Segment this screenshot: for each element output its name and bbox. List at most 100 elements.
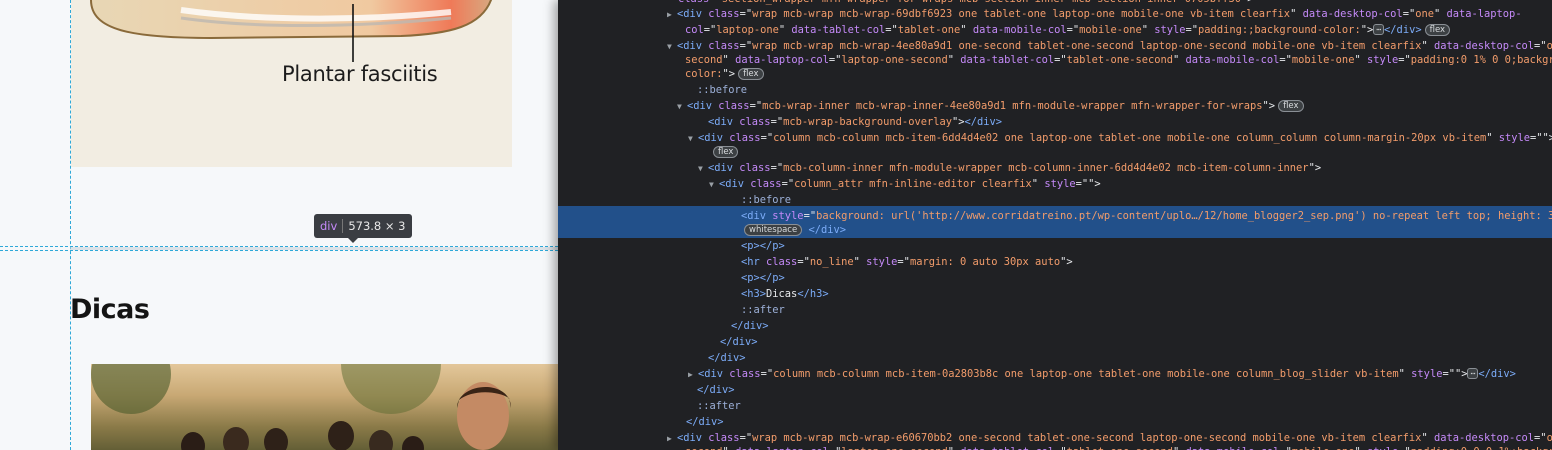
- code-token: ::before: [697, 84, 748, 96]
- node-line[interactable]: ▶ <div class="wrap mcb-wrap mcb-wrap-69db…: [558, 6, 1552, 22]
- code-token: data-desktop-col: [1433, 40, 1535, 52]
- code-token: =": [709, 0, 722, 5]
- code-token: ="">: [1442, 368, 1468, 380]
- code-token: =": [828, 54, 842, 66]
- collapsed-children-icon[interactable]: ⋯: [1373, 24, 1385, 35]
- code-token: data-desktop-col: [1433, 432, 1535, 444]
- node-line[interactable]: </div>: [558, 334, 1552, 350]
- code-token: mobile-one: [1292, 446, 1355, 450]
- whitespace-badge[interactable]: whitespace: [744, 224, 803, 236]
- code-token: <div: [708, 116, 740, 128]
- code-token: one-: [1546, 40, 1552, 52]
- devtools-elements-panel[interactable]: class="section_wrapper mfn-wrapper-for-w…: [558, 0, 1552, 450]
- code-token: =": [897, 256, 910, 268]
- flex-badge[interactable]: flex: [738, 68, 764, 80]
- code-token: ": [723, 446, 736, 450]
- code-token: padding:;background-color:: [1198, 24, 1361, 36]
- code-token: ">: [951, 116, 965, 128]
- node-line[interactable]: color:"> flex: [558, 66, 1552, 82]
- code-token: style: [1411, 368, 1443, 380]
- tooltip-divider: [342, 219, 344, 233]
- node-line[interactable]: col="laptop-one" data-tablet-col="tablet…: [558, 22, 1552, 38]
- tooltip-size: 573.8 × 3: [348, 219, 406, 233]
- node-line[interactable]: ::after: [558, 398, 1552, 414]
- expand-triangle-icon[interactable]: ▼: [709, 177, 719, 193]
- code-token: =": [739, 8, 753, 20]
- code-token: data-tablet-col: [960, 446, 1054, 450]
- expand-triangle-icon[interactable]: ▼: [677, 99, 687, 115]
- code-token: ">: [722, 68, 736, 80]
- node-line[interactable]: flex: [558, 144, 1552, 160]
- code-token: laptop-one-second: [841, 54, 948, 66]
- code-token: </div>: [802, 224, 846, 236]
- node-line[interactable]: ▼ <div class="mcb-wrap-inner mcb-wrap-inn…: [558, 98, 1552, 114]
- code-token: col: [685, 24, 704, 36]
- code-token: laptop-one: [716, 24, 779, 36]
- code-token: <p>: [741, 272, 760, 284]
- collapse-triangle-icon[interactable]: ▶: [667, 7, 677, 23]
- code-token: =": [739, 40, 753, 52]
- node-line[interactable]: whitespace </div>: [558, 222, 1552, 238]
- node-line[interactable]: </div>: [558, 318, 1552, 334]
- code-token: column_attr mfn-inline-editor clearfix: [794, 178, 1032, 190]
- code-token: ": [1031, 178, 1045, 190]
- code-token: style: [1366, 54, 1399, 66]
- node-line[interactable]: ▼ <div class="mcb-column-inner mfn-module…: [558, 160, 1552, 176]
- code-token: </h3>: [797, 288, 829, 300]
- code-token: one-: [1546, 432, 1552, 444]
- runners-photo[interactable]: [91, 364, 558, 450]
- code-token: ": [948, 446, 961, 450]
- code-token: ">: [1241, 0, 1254, 5]
- node-line[interactable]: <div class="mcb-wrap-background-overlay"…: [558, 114, 1552, 130]
- flex-badge[interactable]: flex: [1424, 24, 1451, 36]
- code-token: </div>: [686, 416, 724, 428]
- code-token: ": [1354, 54, 1367, 66]
- node-line[interactable]: </div>: [558, 382, 1552, 398]
- code-token: <div: [698, 368, 730, 380]
- element-size-tooltip: div 573.8 × 3: [314, 214, 412, 243]
- node-line[interactable]: ::before: [558, 82, 1552, 98]
- code-token: =": [781, 178, 795, 190]
- code-token: ">: [1060, 256, 1073, 268]
- code-token: =": [760, 368, 774, 380]
- collapse-triangle-icon[interactable]: ▶: [688, 367, 698, 383]
- code-token: =": [1054, 446, 1067, 450]
- flex-badge[interactable]: flex: [1278, 100, 1304, 112]
- code-token: data-laptop-: [1446, 8, 1522, 20]
- node-line[interactable]: <hr class="no_line" style="margin: 0 aut…: [558, 254, 1552, 270]
- code-token: class: [739, 162, 771, 174]
- code-token: ::after: [697, 400, 741, 412]
- node-line[interactable]: ::before: [558, 192, 1552, 208]
- node-line[interactable]: ▼ <div class="column_attr mfn-inline-edit…: [558, 176, 1552, 192]
- illustration-caption: Plantar fasciitis: [282, 62, 438, 86]
- node-line[interactable]: </div>: [558, 350, 1552, 366]
- code-token: <div: [687, 100, 719, 112]
- code-token: =": [1534, 40, 1547, 52]
- code-token: </div>: [1384, 24, 1422, 36]
- code-token: tablet-one: [897, 24, 961, 36]
- code-token: column mcb-column mcb-item-0a2803b8c one…: [773, 368, 1399, 380]
- node-line[interactable]: <p></p>: [558, 270, 1552, 286]
- code-token: ": [853, 256, 867, 268]
- node-line[interactable]: <h3>Dicas</h3>: [558, 286, 1552, 302]
- node-line[interactable]: ▶ <div class="column mcb-column mcb-item-…: [558, 366, 1552, 382]
- code-token: data-mobile-col: [1186, 446, 1280, 450]
- node-line[interactable]: second" data-laptop-col="laptop-one-seco…: [558, 444, 1552, 450]
- code-token: </div>: [708, 352, 746, 364]
- code-token: data-mobile-col: [1185, 54, 1280, 66]
- code-token: =": [1279, 54, 1292, 66]
- node-line[interactable]: ::after: [558, 302, 1552, 318]
- code-token: mcb-wrap-inner mcb-wrap-inner-4ee80a9d1 …: [762, 100, 1263, 112]
- code-token: Dicas: [766, 288, 798, 300]
- flex-badge[interactable]: flex: [713, 146, 739, 158]
- expand-triangle-icon[interactable]: ▼: [698, 161, 708, 177]
- code-token: padding:0 1% 0 0;background-: [1410, 54, 1552, 66]
- node-line[interactable]: </div>: [558, 414, 1552, 430]
- code-token: </div>: [731, 320, 769, 332]
- code-token: ::before: [741, 194, 792, 206]
- code-token: <div: [719, 178, 751, 190]
- node-line[interactable]: <p></p>: [558, 238, 1552, 254]
- collapsed-children-icon[interactable]: ⋯: [1467, 368, 1479, 379]
- code-token: =": [770, 162, 784, 174]
- code-token: style: [772, 210, 804, 222]
